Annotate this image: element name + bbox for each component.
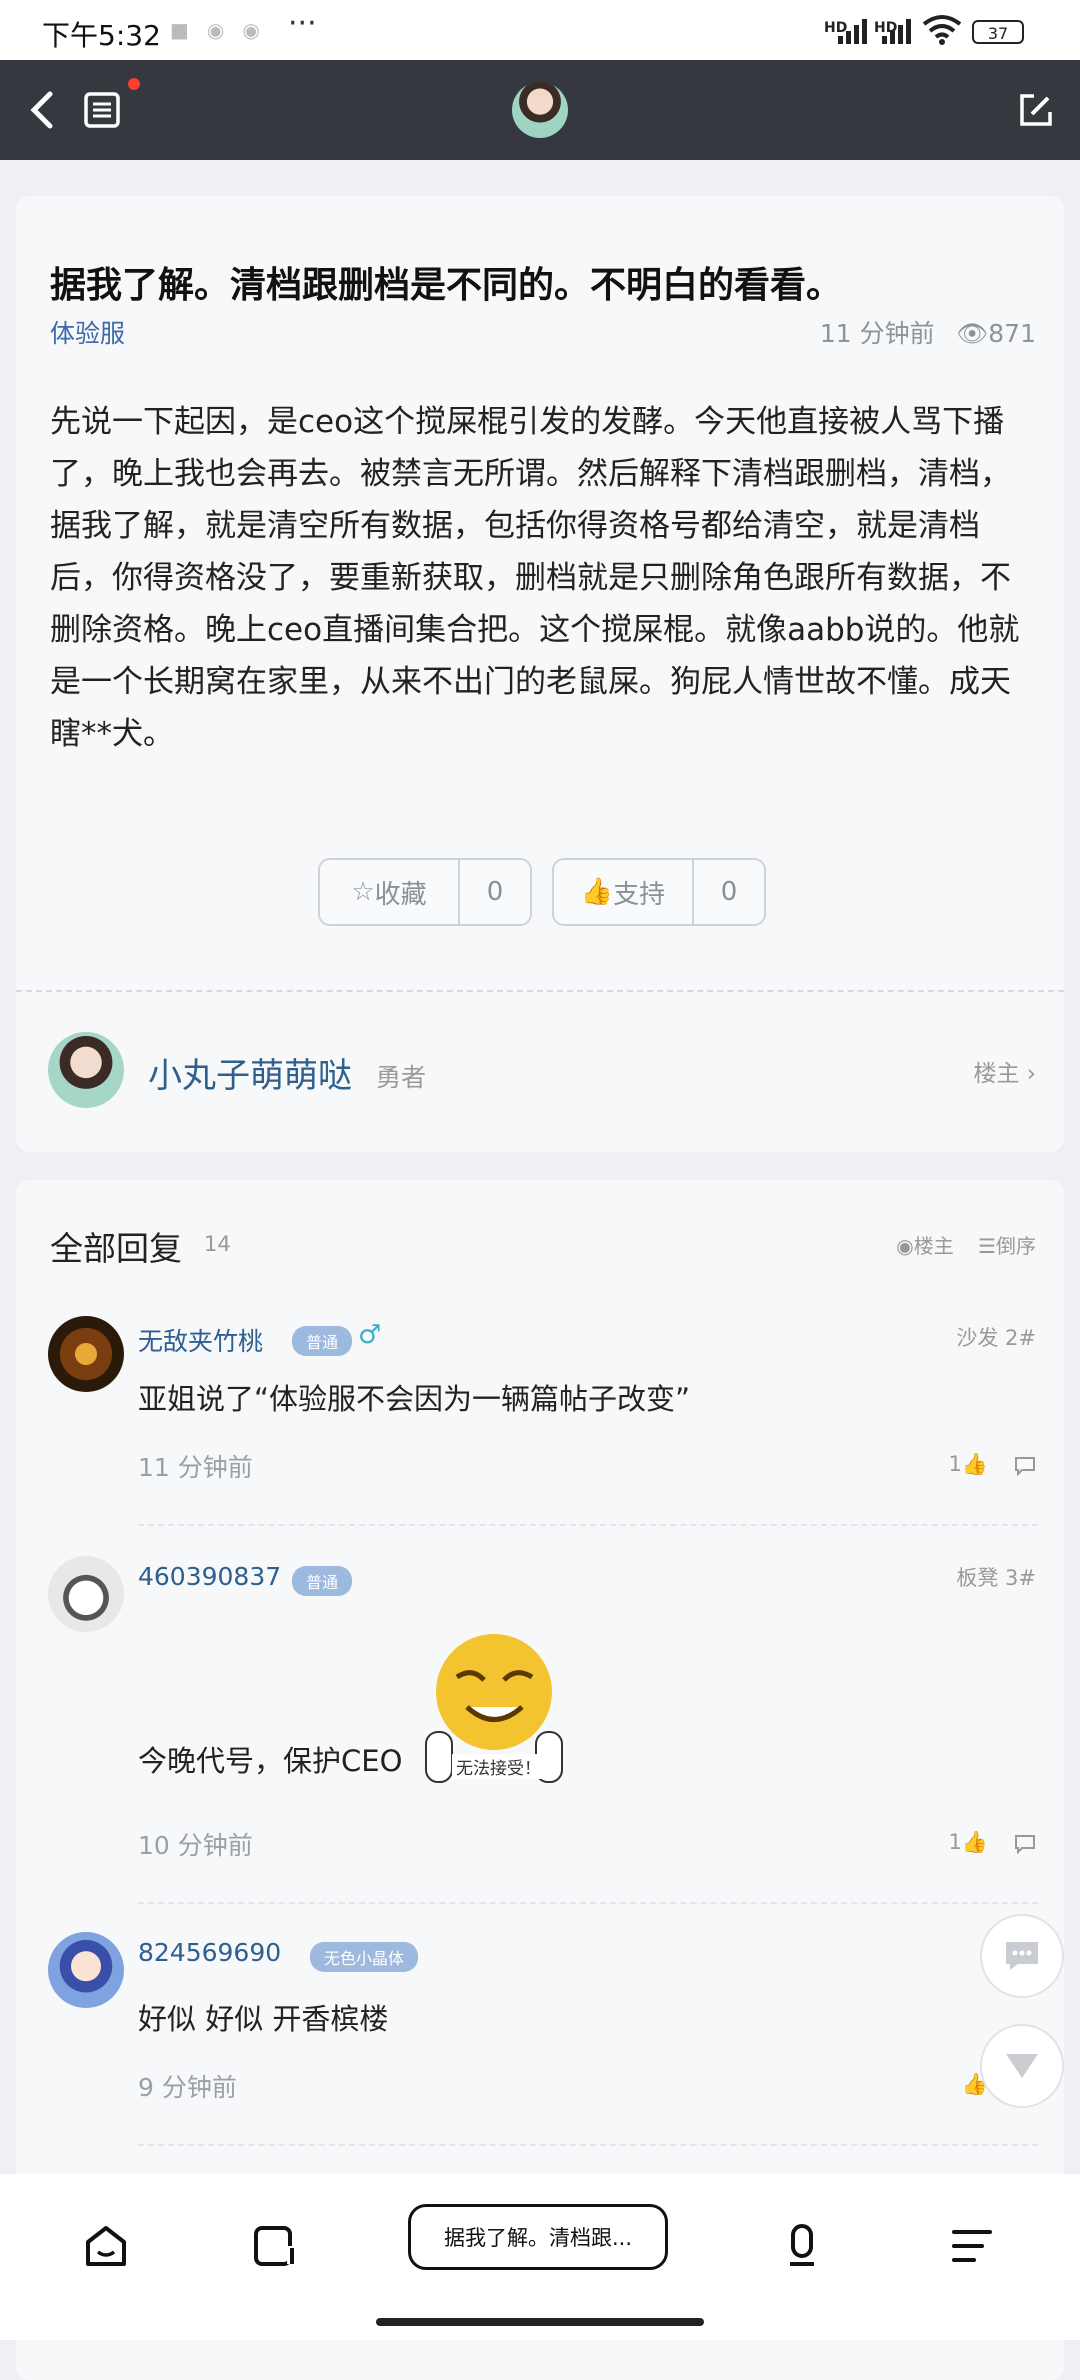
reply-avatar[interactable]	[48, 1556, 124, 1632]
author-rank: 勇者	[376, 1063, 427, 1092]
tabs-icon[interactable]	[248, 2220, 300, 2272]
thumbs-up-icon: 👍	[961, 1830, 988, 1854]
battery-icon: 37	[972, 20, 1024, 44]
signal-icon-2	[882, 19, 911, 44]
user-level-badge: 无色小晶体	[310, 1942, 419, 1972]
eye-icon: 👁	[956, 319, 989, 348]
reply-avatar[interactable]	[48, 1316, 124, 1392]
post-tag-link[interactable]: 体验服	[50, 314, 125, 350]
scroll-down-button[interactable]	[980, 2024, 1064, 2108]
thumbs-up-icon: 👍	[961, 1452, 988, 1476]
chevron-right-icon: ›	[1026, 1061, 1036, 1087]
user-level-badge: 普通	[292, 1326, 353, 1356]
replies-options: ◉楼主 ☰倒序	[896, 1230, 1036, 1259]
comment-icon[interactable]	[1014, 1456, 1036, 1476]
replies-count: 14	[204, 1232, 231, 1256]
current-tab-title[interactable]: 据我了解。清档跟...	[408, 2204, 668, 2270]
reply-username[interactable]: 无敌夹竹桃	[138, 1322, 263, 1358]
post-title: 据我了解。清档跟删档是不同的。不明白的看看。	[50, 265, 843, 306]
thumbs-up-icon: 👍	[580, 877, 614, 907]
reply-avatar[interactable]	[48, 1932, 124, 2008]
edit-icon[interactable]	[1014, 88, 1058, 132]
reply-like-button[interactable]: 1👍	[948, 1452, 988, 1477]
sticker-caption: 无法接受！	[452, 1754, 545, 1779]
reply-time: 11 分钟前	[138, 1453, 253, 1482]
op-link[interactable]: 楼主 ›	[973, 1054, 1036, 1088]
microphone-icon[interactable]	[776, 2220, 828, 2272]
sticker-image: 无法接受！	[412, 1622, 576, 1786]
top-nav-bar	[0, 60, 1080, 160]
author-avatar[interactable]	[48, 1032, 124, 1108]
reply-divider	[138, 2144, 1038, 2146]
comment-bubble-icon	[1006, 1942, 1038, 1970]
reply-text: 今晚代号，保护CEO	[138, 1744, 403, 1778]
author-avatar-small[interactable]	[512, 82, 568, 138]
support-label: 👍 支持	[554, 860, 694, 924]
wifi-icon	[922, 15, 962, 45]
arrow-down-icon	[1006, 2054, 1038, 2078]
star-icon: ☆	[351, 877, 375, 907]
back-arrow-icon[interactable]	[22, 88, 66, 132]
post-card: 据我了解。清档跟删档是不同的。不明白的看看。 体验服 11 分钟前 👁871 先…	[16, 196, 1064, 1152]
notification-dot	[128, 78, 140, 90]
author-name[interactable]: 小丸子萌萌哒	[148, 1048, 352, 1097]
signal-icon	[838, 19, 867, 44]
home-icon[interactable]	[80, 2220, 132, 2272]
reply-floor: 沙发 2#	[956, 1326, 1036, 1350]
divider	[16, 990, 1064, 992]
reply-time: 10 分钟前	[138, 1831, 253, 1860]
favorite-count: 0	[486, 877, 504, 907]
reply-text: 亚姐说了“体验服不会因为一辆篇帖子改变”	[138, 1382, 691, 1416]
post-body: 先说一下起因，是ceo这个搅屎棍引发的发酵。今天他直接被人骂下播了，晚上我也会再…	[50, 404, 1020, 752]
male-gender-icon: ♂	[358, 1320, 382, 1350]
support-button[interactable]: 👍 支持 0	[552, 858, 766, 926]
replies-title: 全部回复	[50, 1229, 182, 1268]
list-menu-icon[interactable]	[80, 88, 124, 132]
reply-floor: 板凳 3#	[956, 1566, 1036, 1590]
reply-divider	[138, 1902, 1038, 1904]
floating-comment-button[interactable]	[980, 1914, 1064, 1998]
reply-time: 9 分钟前	[138, 2073, 237, 2102]
user-level-badge: 普通	[292, 1566, 353, 1596]
home-indicator[interactable]	[376, 2318, 704, 2326]
status-bar: 下午5:32 ■◉◉ ··· HD HD 37	[0, 0, 1080, 60]
reply-username[interactable]: 824569690	[138, 1938, 281, 1967]
post-time: 11 分钟前	[819, 319, 935, 348]
reply-divider	[138, 1524, 1038, 1526]
favorite-label: ☆ 收藏	[320, 860, 460, 924]
only-op-toggle[interactable]: ◉楼主	[896, 1234, 953, 1258]
hamburger-menu-icon[interactable]	[946, 2220, 998, 2272]
post-meta: 11 分钟前 👁871	[820, 314, 1036, 350]
reply-text: 好似 好似 开香槟楼	[138, 2002, 389, 2036]
bottom-toolbar: 据我了解。清档跟...	[0, 2174, 1080, 2340]
more-notifications-icon: ···	[288, 6, 317, 41]
favorite-button[interactable]: ☆ 收藏 0	[318, 858, 532, 926]
support-count: 0	[720, 877, 738, 907]
status-time: 下午5:32	[42, 19, 161, 52]
reply-username[interactable]: 460390837	[138, 1562, 281, 1591]
comment-icon[interactable]	[1014, 1834, 1036, 1854]
view-count: 871	[988, 319, 1036, 348]
notification-icons: ■◉◉	[170, 18, 278, 42]
reply-like-button[interactable]: 1👍	[948, 1830, 988, 1855]
sort-toggle[interactable]: ☰倒序	[978, 1234, 1036, 1258]
